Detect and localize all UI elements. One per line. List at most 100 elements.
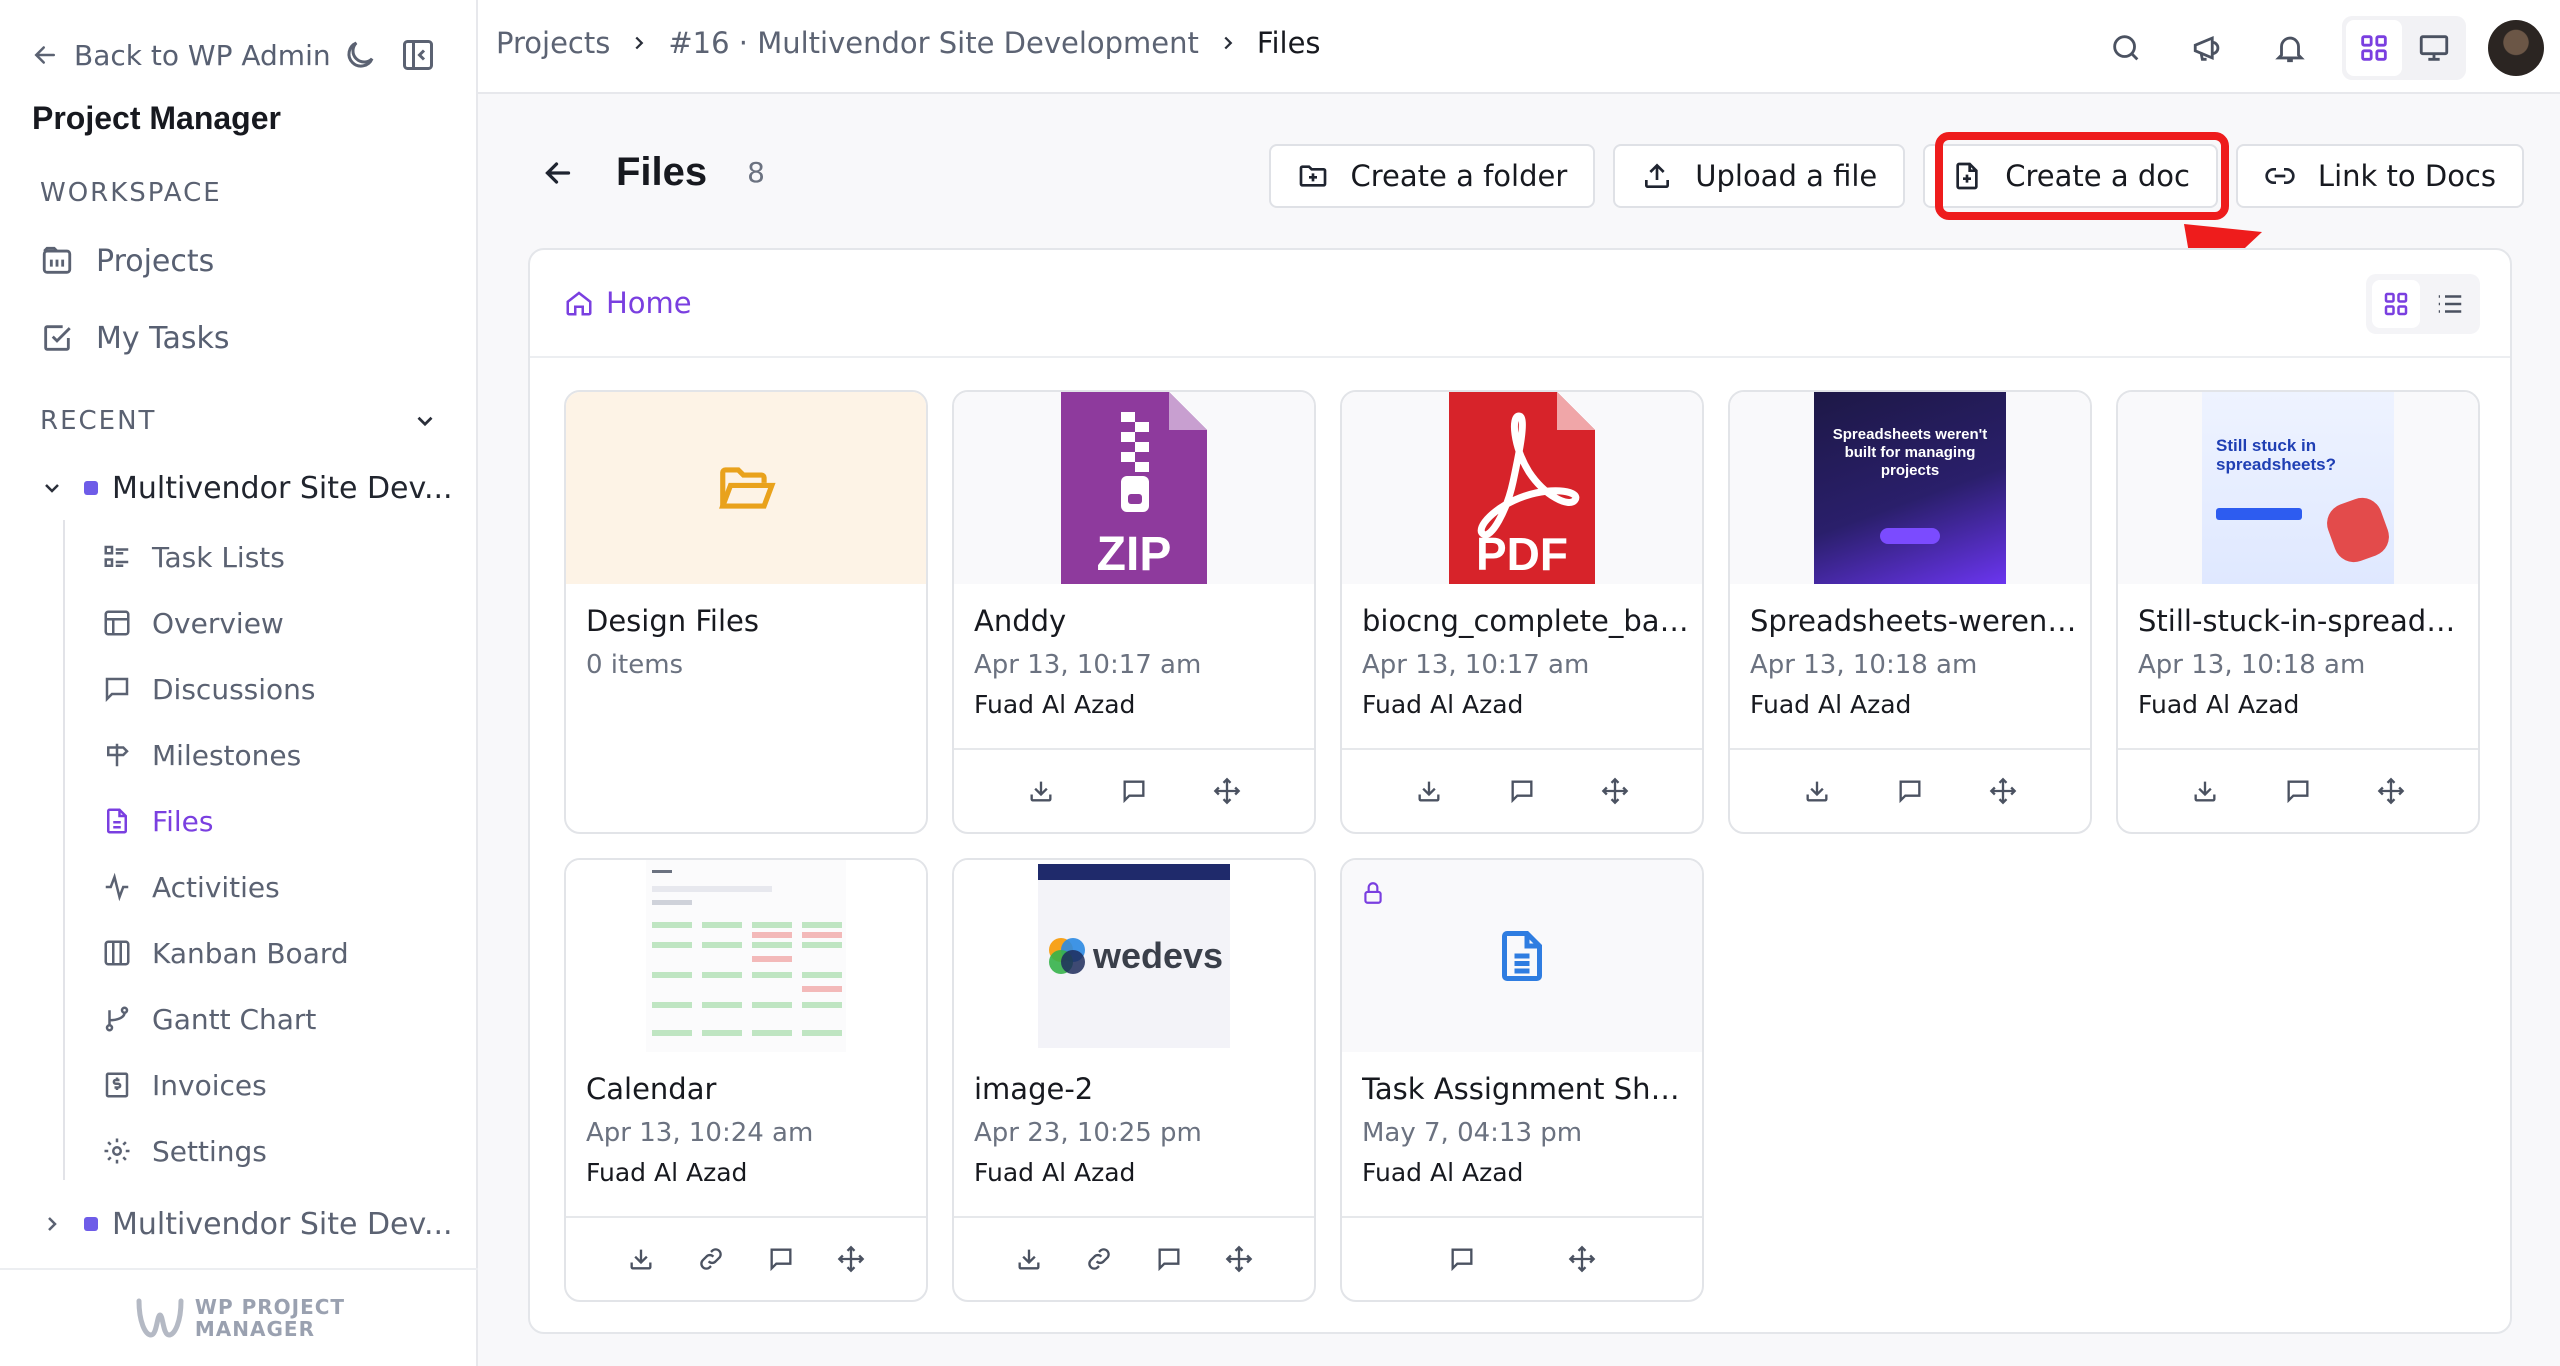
page-header: Files 8 xyxy=(540,150,765,195)
comment-icon[interactable] xyxy=(1448,1245,1476,1273)
file-card[interactable]: Spreadsheets weren't built for managing … xyxy=(1728,390,2092,834)
breadcrumb-projects[interactable]: Projects xyxy=(496,26,610,60)
move-icon[interactable] xyxy=(1225,1245,1253,1273)
download-icon[interactable] xyxy=(1015,1245,1043,1273)
arrow-left-icon xyxy=(34,46,55,64)
nav-settings[interactable]: Settings xyxy=(102,1128,267,1174)
highlight-box xyxy=(1935,132,2229,220)
move-icon[interactable] xyxy=(837,1245,865,1273)
chevron-down-icon[interactable] xyxy=(412,408,438,434)
banner-text: Spreadsheets weren't built for managing … xyxy=(1832,426,1988,479)
recent-project-1[interactable]: Multivendor Site Dev... xyxy=(40,464,453,512)
link-icon[interactable] xyxy=(697,1245,725,1273)
nav-activities[interactable]: Activities xyxy=(102,864,280,910)
nav-overview[interactable]: Overview xyxy=(102,600,284,646)
comment-icon[interactable] xyxy=(1155,1245,1183,1273)
nav-files[interactable]: Files xyxy=(102,798,213,844)
user-avatar[interactable] xyxy=(2488,20,2544,76)
moon-icon[interactable] xyxy=(342,37,378,73)
chat-icon xyxy=(105,677,129,703)
lock-icon xyxy=(1364,882,1382,904)
link-icon[interactable] xyxy=(1085,1245,1113,1273)
wedevs-wordmark: wedevs xyxy=(1092,935,1224,976)
nav-kanban-board[interactable]: Kanban Board xyxy=(102,930,349,976)
nav-gantt-chart[interactable]: Gantt Chart xyxy=(102,996,316,1042)
file-card[interactable]: ZIP Anddy Apr 13, 10:17 am Fuad Al Azad xyxy=(952,390,1316,834)
comment-icon[interactable] xyxy=(1508,777,1536,805)
button-label: Create a folder xyxy=(1350,159,1568,193)
recent-project-2[interactable]: Multivendor Site Dev... xyxy=(40,1200,453,1248)
desktop-view-button[interactable] xyxy=(2406,20,2462,76)
nav-invoices[interactable]: Invoices xyxy=(102,1062,267,1108)
create-folder-button[interactable]: Create a folder xyxy=(1268,144,1596,208)
download-icon[interactable] xyxy=(1803,777,1831,805)
file-card[interactable]: Calendar Apr 13, 10:24 am Fuad Al Azad xyxy=(564,858,928,1302)
file-card-actions xyxy=(1342,748,1702,832)
back-label: Back to WP Admin xyxy=(74,38,331,72)
grid-layout-button[interactable] xyxy=(2372,280,2420,328)
grid-view-button[interactable] xyxy=(2346,20,2402,76)
arrow-left-icon[interactable] xyxy=(540,155,576,191)
file-meta: Apr 13, 10:17 am xyxy=(974,650,1202,680)
nav-discussions[interactable]: Discussions xyxy=(102,666,316,712)
move-icon[interactable] xyxy=(1601,777,1629,805)
sidebar-footer: WP PROJECT MANAGER xyxy=(0,1268,478,1366)
app-window: Back to WP Admin Project Manager WORKSPA… xyxy=(0,0,2560,1366)
upload-file-button[interactable]: Upload a file xyxy=(1613,144,1906,208)
chevron-down-icon xyxy=(45,484,59,493)
file-card[interactable]: Design Files 0 items xyxy=(564,390,928,834)
banner-button xyxy=(2216,508,2302,520)
download-icon[interactable] xyxy=(1415,777,1443,805)
announcements-button[interactable] xyxy=(2178,18,2238,78)
comment-icon[interactable] xyxy=(1120,777,1148,805)
move-icon[interactable] xyxy=(1213,777,1241,805)
nav-label: Milestones xyxy=(152,738,302,772)
projects-icon xyxy=(42,246,72,274)
banner-text: Still stuck in spreadsheets? xyxy=(2216,436,2336,474)
project-color-dot xyxy=(84,481,98,495)
banner-illustration xyxy=(2321,492,2394,568)
move-icon[interactable] xyxy=(2377,777,2405,805)
nav-task-lists[interactable]: Task Lists xyxy=(102,534,285,580)
pdf-thumbnail: PDF xyxy=(1342,392,1702,584)
file-card-actions xyxy=(954,748,1314,832)
move-icon[interactable] xyxy=(1989,777,2017,805)
link-to-docs-button[interactable]: Link to Docs xyxy=(2235,144,2524,208)
nav-milestones[interactable]: Milestones xyxy=(102,732,301,778)
project-name: Multivendor Site Dev... xyxy=(112,1206,453,1242)
sidebar-item-projects[interactable]: Projects xyxy=(40,236,214,286)
project-color-dot xyxy=(84,1217,98,1231)
download-icon[interactable] xyxy=(2191,777,2219,805)
file-owner: Fuad Al Azad xyxy=(1362,1158,1524,1187)
list-layout-button[interactable] xyxy=(2426,280,2474,328)
file-card[interactable]: Still stuck in spreadsheets? Still-stuck… xyxy=(2116,390,2480,834)
file-name: Anddy xyxy=(974,604,1067,638)
grid-icon xyxy=(2384,292,2408,316)
comment-icon[interactable] xyxy=(2284,777,2312,805)
notifications-button[interactable] xyxy=(2260,18,2320,78)
zip-label: ZIP xyxy=(1097,528,1172,581)
home-label: Home xyxy=(606,286,692,320)
file-name: Task Assignment Sheet xyxy=(1362,1072,1692,1106)
file-card[interactable]: Task Assignment Sheet May 7, 04:13 pm Fu… xyxy=(1340,858,1704,1302)
breadcrumb-project[interactable]: #16 · Multivendor Site Development xyxy=(668,26,1199,60)
download-icon[interactable] xyxy=(627,1245,655,1273)
toolbar-icons xyxy=(2096,16,2544,80)
image-header-strip xyxy=(1038,864,1230,880)
home-breadcrumb[interactable]: Home xyxy=(564,286,692,320)
spreadsheets-banner-image: Spreadsheets weren't built for managing … xyxy=(1814,392,2006,584)
nav-label: Invoices xyxy=(152,1068,267,1102)
download-icon[interactable] xyxy=(1027,777,1055,805)
back-to-admin-link[interactable]: Back to WP Admin xyxy=(30,39,331,72)
search-button[interactable] xyxy=(2096,18,2156,78)
comment-icon[interactable] xyxy=(1896,777,1924,805)
file-card[interactable]: PDF biocng_complete_ban... Apr 13, 10:17… xyxy=(1340,390,1704,834)
comment-icon[interactable] xyxy=(767,1245,795,1273)
wedevs-logo-image: wedevs xyxy=(1038,864,1230,1048)
file-meta: Apr 13, 10:18 am xyxy=(1750,650,1978,680)
file-card[interactable]: wedevs image-2 Apr 23, 10:25 pm Fuad Al … xyxy=(952,858,1316,1302)
sidebar-item-my-tasks[interactable]: My Tasks xyxy=(40,313,230,363)
collapse-sidebar-icon[interactable] xyxy=(400,37,436,73)
file-browser-header: Home xyxy=(530,250,2510,358)
move-icon[interactable] xyxy=(1568,1245,1596,1273)
